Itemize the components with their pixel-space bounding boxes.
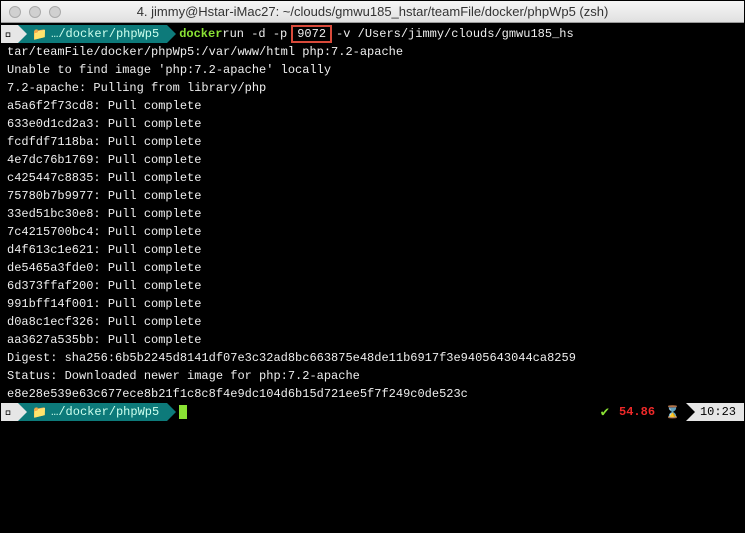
output-line: fcdfdf7118ba: Pull complete	[1, 133, 744, 151]
time-value: 10:23	[700, 405, 736, 419]
output-line: c425447c8835: Pull complete	[1, 169, 744, 187]
path-text: …/docker/phpWp5	[51, 27, 159, 41]
output-line: Unable to find image 'php:7.2-apache' lo…	[1, 61, 744, 79]
output-line: Status: Downloaded newer image for php:7…	[1, 367, 744, 385]
cmd-wrap: tar/teamFile/docker/phpWp5:/var/www/html…	[1, 43, 744, 61]
traffic-lights	[9, 6, 61, 18]
path-segment: 📁 …/docker/phpWp5	[18, 25, 167, 43]
output-line: 75780b7b9977: Pull complete	[1, 187, 744, 205]
output-line: 6d373ffaf200: Pull complete	[1, 277, 744, 295]
output-line: aa3627a535bb: Pull complete	[1, 331, 744, 349]
output-line: de5465a3fde0: Pull complete	[1, 259, 744, 277]
output-line: d0a8c1ecf326: Pull complete	[1, 313, 744, 331]
output-line: 4e7dc76b1769: Pull complete	[1, 151, 744, 169]
apple-icon: 	[5, 27, 12, 41]
output-line: 33ed51bc30e8: Pull complete	[1, 205, 744, 223]
cursor	[179, 405, 187, 419]
port-highlight: 9072	[291, 25, 332, 43]
status-bar:  📁 …/docker/phpWp5 ✔ 54.86 ⌛ 10:23	[1, 403, 744, 421]
apple-segment: 	[1, 25, 18, 43]
cmd-args1: run -d -p	[222, 27, 287, 41]
folder-icon: 📁	[32, 27, 47, 42]
command-text: docker run -d -p 9072 -v /Users/jimmy/cl…	[167, 25, 573, 43]
output-line: e8e28e539e63c677ece8b21f1c8c8f4e9dc104d6…	[1, 385, 744, 403]
path-text: …/docker/phpWp5	[51, 405, 159, 419]
output-line: 7c4215700bc4: Pull complete	[1, 223, 744, 241]
time-segment: 10:23	[686, 403, 744, 421]
output-line: a5a6f2f73cd8: Pull complete	[1, 97, 744, 115]
cmd-args2: -v /Users/jimmy/clouds/gmwu185_hs	[336, 27, 574, 41]
minimize-button[interactable]	[29, 6, 41, 18]
path-segment-bottom: 📁 …/docker/phpWp5	[18, 403, 167, 421]
output-line: Digest: sha256:6b5b2245d8141df07e3c32ad8…	[1, 349, 744, 367]
output-line: 7.2-apache: Pulling from library/php	[1, 79, 744, 97]
check-icon: ✔	[595, 404, 615, 421]
output-line: 633e0d1cd2a3: Pull complete	[1, 115, 744, 133]
percent-value: 54.86	[615, 405, 659, 419]
zoom-button[interactable]	[49, 6, 61, 18]
output-line: d4f613c1e621: Pull complete	[1, 241, 744, 259]
terminal-area[interactable]:  📁 …/docker/phpWp5 docker run -d -p 907…	[1, 23, 744, 533]
cmd-docker: docker	[179, 27, 222, 41]
apple-icon: 	[5, 405, 12, 419]
folder-icon: 📁	[32, 405, 47, 420]
apple-segment-bottom: 	[1, 403, 18, 421]
window-title: 4. jimmy@Hstar-iMac27: ~/clouds/gmwu185_…	[1, 4, 744, 19]
close-button[interactable]	[9, 6, 21, 18]
hourglass-icon: ⌛	[659, 405, 686, 420]
window-titlebar: 4. jimmy@Hstar-iMac27: ~/clouds/gmwu185_…	[1, 1, 744, 23]
output-line: 991bff14f001: Pull complete	[1, 295, 744, 313]
prompt-line:  📁 …/docker/phpWp5 docker run -d -p 907…	[1, 25, 744, 43]
